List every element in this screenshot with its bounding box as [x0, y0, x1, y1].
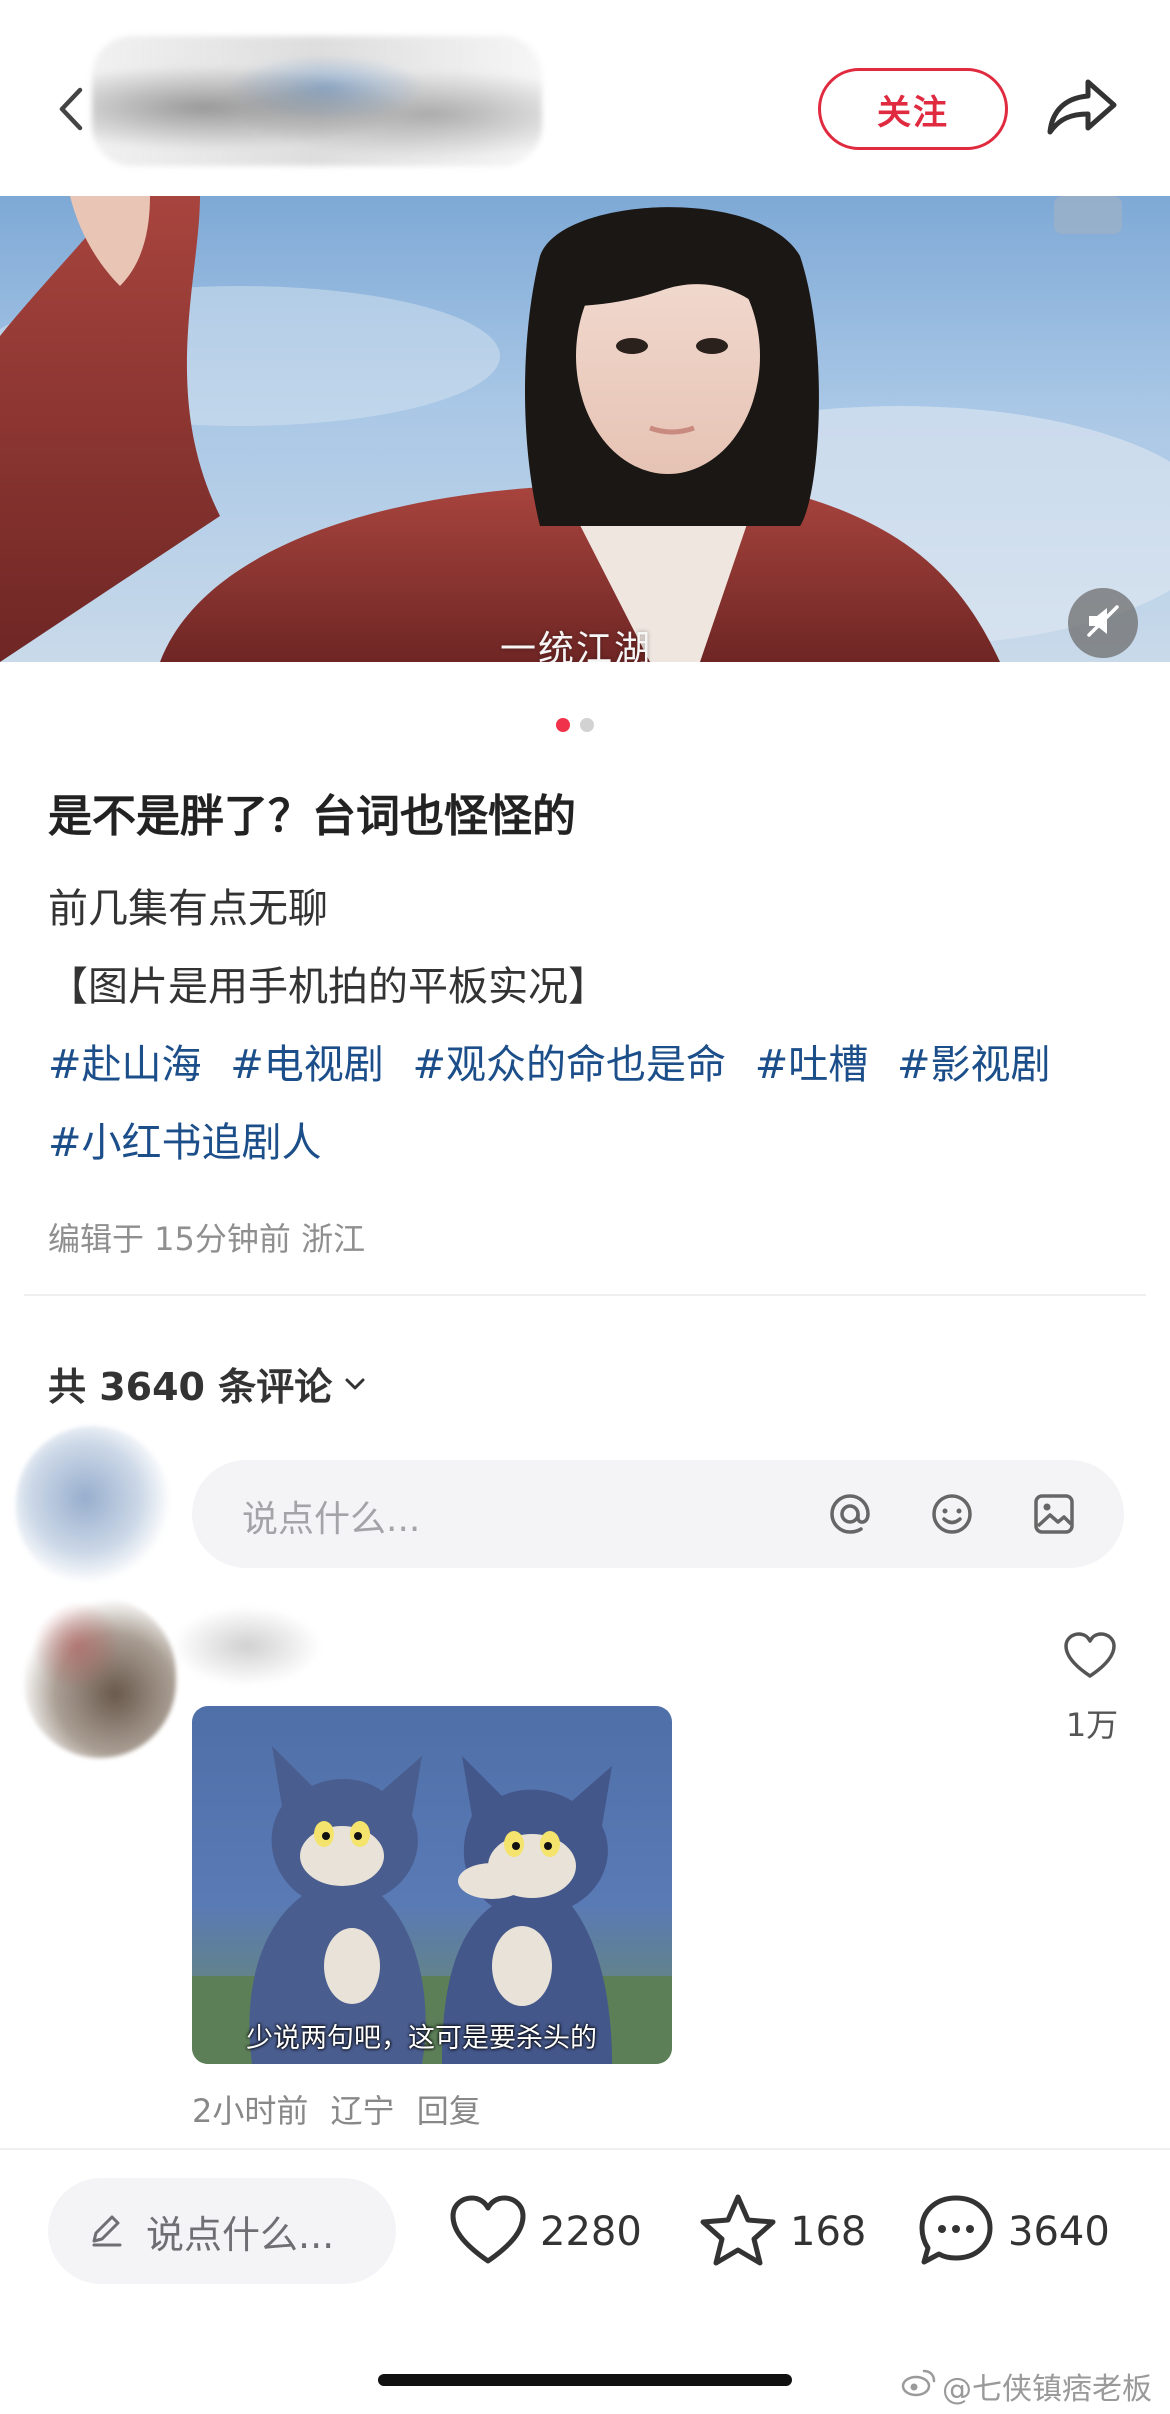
comment-bubble-icon — [916, 2192, 996, 2272]
divider — [24, 1294, 1146, 1296]
hashtag-row: #小红书追剧人 — [48, 1110, 338, 1168]
favorite-button[interactable]: 168 — [698, 2190, 866, 2274]
hashtag-row: #赴山海 #电视剧 #观众的命也是命 #吐槽 #影视剧 — [48, 1032, 1066, 1090]
hashtag-link[interactable]: #赴山海 — [48, 1042, 202, 1088]
chevron-down-icon — [342, 1362, 368, 1406]
divider — [0, 2148, 1170, 2150]
video-subtitle: 一统江湖 — [500, 629, 653, 662]
muted-speaker-icon — [1083, 601, 1123, 645]
commenter-avatar[interactable] — [24, 1598, 176, 1758]
weibo-logo-icon — [900, 2367, 936, 2405]
hashtag-link[interactable]: #吐槽 — [755, 1042, 869, 1088]
post-title: 是不是胖了？台词也怪怪的 — [48, 791, 576, 842]
header-bar: 关注 — [0, 0, 1170, 196]
mute-toggle-button[interactable] — [1068, 588, 1138, 658]
bottom-input-label: 说点什么... — [146, 2212, 335, 2257]
comment-input-placeholder: 说点什么... — [242, 1499, 421, 1540]
comment-image[interactable]: 少说两句吧，这可是要杀头的 — [192, 1706, 672, 2064]
comment-count: 3640 — [1008, 2209, 1110, 2255]
favorite-count: 168 — [790, 2209, 867, 2255]
carousel-indicator — [556, 718, 594, 734]
heart-icon — [448, 2193, 528, 2271]
watermark: @七侠镇痞老板 — [900, 2364, 1152, 2408]
post-body-line: 前几集有点无聊 — [48, 886, 328, 932]
carousel-dot-active[interactable] — [556, 718, 570, 732]
pencil-icon — [86, 2209, 126, 2253]
comment-count-sort[interactable]: 共 3640 条评论 — [48, 1356, 368, 1411]
emoji-icon[interactable] — [922, 1484, 982, 1544]
like-count: 2280 — [540, 2209, 642, 2255]
back-chevron-icon[interactable] — [48, 78, 94, 140]
comment-image-caption: 少说两句吧，这可是要杀头的 — [246, 2023, 597, 2054]
post-meta: 编辑于 15分钟前 浙江 — [48, 1220, 366, 1258]
comment-meta: 2小时前 辽宁 回复 — [192, 2086, 493, 2132]
like-button[interactable]: 2280 — [448, 2190, 642, 2274]
carousel-dot[interactable] — [580, 718, 594, 732]
comment-location: 辽宁 — [330, 2092, 395, 2130]
comment-count-label: 共 3640 条评论 — [48, 1365, 333, 1409]
heart-icon[interactable] — [1062, 1630, 1118, 1682]
post-image-carousel[interactable]: 一统江湖 — [0, 196, 1170, 662]
at-icon[interactable] — [820, 1484, 880, 1544]
comment-like-count: 1万 — [1065, 1706, 1119, 1744]
star-icon — [698, 2192, 778, 2272]
comment-button[interactable]: 3640 — [916, 2190, 1110, 2274]
avatar — [16, 1426, 170, 1586]
share-icon[interactable] — [1044, 72, 1120, 142]
watermark-text: @七侠镇痞老板 — [942, 2372, 1152, 2407]
hashtag-link[interactable]: #观众的命也是命 — [412, 1042, 726, 1088]
image-icon[interactable] — [1024, 1484, 1084, 1544]
hashtag-link[interactable]: #小红书追剧人 — [48, 1120, 322, 1166]
bottom-comment-input[interactable]: 说点什么... — [48, 2178, 396, 2284]
blurred-author-info[interactable] — [92, 36, 542, 166]
follow-button[interactable]: 关注 — [818, 68, 1008, 150]
blurred-commenter-name[interactable] — [172, 1606, 322, 1686]
post-body-line: 【图片是用手机拍的平板实况】 — [48, 964, 608, 1010]
hashtag-link[interactable]: #影视剧 — [897, 1042, 1051, 1088]
hashtag-link[interactable]: #电视剧 — [230, 1042, 384, 1088]
comment-time: 2小时前 — [192, 2092, 309, 2130]
reply-button[interactable]: 回复 — [417, 2092, 481, 2130]
home-indicator — [378, 2374, 792, 2386]
